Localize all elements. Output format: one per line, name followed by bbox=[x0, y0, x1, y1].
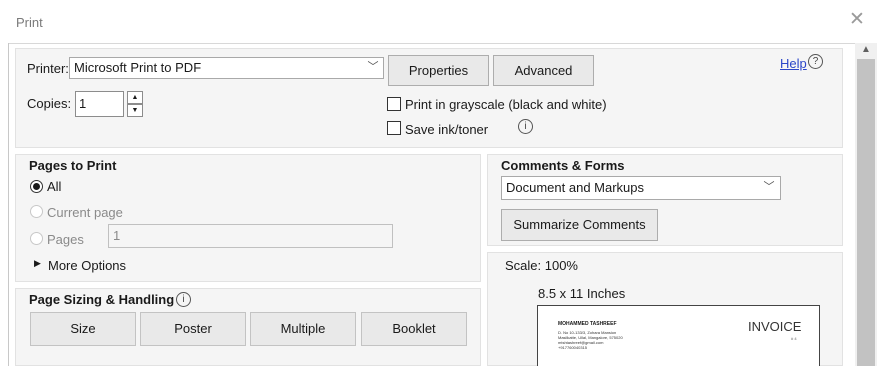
save-toner-checkbox[interactable] bbox=[387, 121, 401, 135]
grayscale-checkbox[interactable] bbox=[387, 97, 401, 111]
comments-forms-dropdown[interactable]: Document and Markups bbox=[501, 176, 781, 200]
properties-button[interactable]: Properties bbox=[388, 55, 489, 86]
info-icon[interactable]: i bbox=[518, 119, 533, 134]
poster-button[interactable]: Poster bbox=[140, 312, 246, 346]
preview-doc-address: D. No 10-133/3, Zohara Mansion Masilkatt… bbox=[558, 330, 623, 350]
copies-input[interactable]: 1 bbox=[75, 91, 124, 117]
all-label: All bbox=[47, 179, 62, 194]
help-link[interactable]: Help bbox=[780, 56, 807, 71]
advanced-button[interactable]: Advanced bbox=[493, 55, 594, 86]
copies-label: Copies: bbox=[27, 96, 72, 111]
dialog-title: Print bbox=[16, 15, 43, 30]
copies-decrement-icon[interactable]: ▼ bbox=[127, 104, 143, 117]
current-page-label: Current page bbox=[47, 205, 123, 220]
page-range-input[interactable]: 1 bbox=[108, 224, 393, 248]
page-size-label: 8.5 x 11 Inches bbox=[538, 286, 626, 301]
save-toner-label: Save ink/toner bbox=[405, 122, 489, 137]
preview-doc-number: # 4 bbox=[791, 336, 797, 341]
radio-current-page[interactable] bbox=[30, 205, 43, 218]
preview-doc-title: INVOICE bbox=[748, 319, 802, 334]
radio-all-pages[interactable] bbox=[30, 180, 43, 193]
booklet-button[interactable]: Booklet bbox=[361, 312, 467, 346]
pages-label: Pages bbox=[47, 232, 84, 247]
printer-label: Printer: bbox=[27, 61, 69, 76]
page-preview: MOHAMMED TASHREEF D. No 10-133/3, Zohara… bbox=[537, 305, 820, 366]
info-icon[interactable]: i bbox=[176, 292, 191, 307]
pages-to-print-heading: Pages to Print bbox=[29, 158, 117, 173]
copies-increment-icon[interactable]: ▲ bbox=[127, 91, 143, 104]
chevron-down-icon[interactable]: ﹀ bbox=[364, 57, 382, 79]
multiple-button[interactable]: Multiple bbox=[250, 312, 356, 346]
preview-doc-name: MOHAMMED TASHREEF bbox=[558, 321, 617, 327]
help-question-icon[interactable]: ? bbox=[808, 54, 823, 69]
summarize-comments-button[interactable]: Summarize Comments bbox=[501, 209, 658, 241]
size-button[interactable]: Size bbox=[30, 312, 136, 346]
left-border bbox=[8, 43, 9, 366]
title-divider bbox=[8, 43, 855, 44]
radio-page-range[interactable] bbox=[30, 232, 43, 245]
chevron-down-icon[interactable]: ﹀ bbox=[760, 176, 778, 200]
scale-label: Scale: 100% bbox=[505, 258, 578, 273]
more-options-toggle[interactable]: More Options bbox=[48, 258, 126, 273]
scrollbar-thumb[interactable] bbox=[857, 59, 875, 366]
expand-triangle-icon[interactable]: ▶ bbox=[34, 258, 41, 269]
comments-forms-heading: Comments & Forms bbox=[501, 158, 625, 173]
print-dialog: Print ✕ ▲ Printer: Microsoft Print to PD… bbox=[0, 0, 887, 366]
grayscale-label: Print in grayscale (black and white) bbox=[405, 97, 607, 112]
close-icon[interactable]: ✕ bbox=[846, 9, 868, 31]
page-sizing-heading: Page Sizing & Handling bbox=[29, 292, 175, 307]
scroll-up-arrow-icon[interactable]: ▲ bbox=[855, 43, 877, 57]
printer-dropdown[interactable]: Microsoft Print to PDF bbox=[69, 57, 384, 79]
